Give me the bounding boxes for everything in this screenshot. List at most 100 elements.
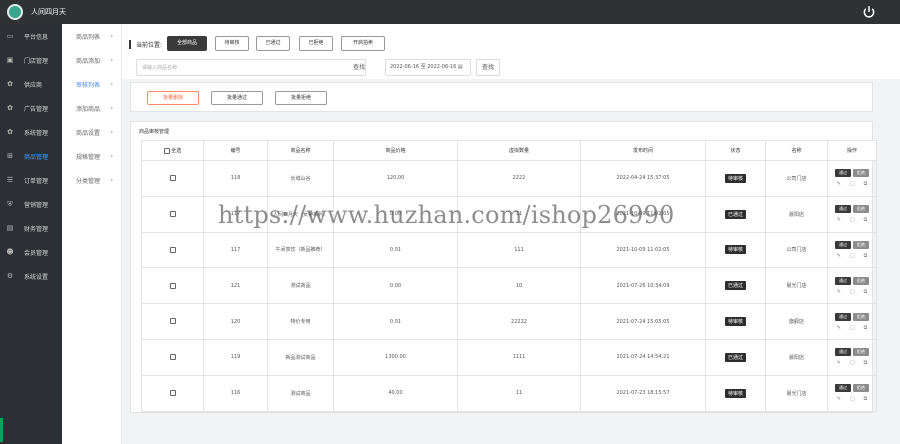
copy-icon[interactable]: ⧉ xyxy=(864,253,868,259)
copy-icon[interactable]: ⧉ xyxy=(864,289,868,295)
copy-icon[interactable]: ⧉ xyxy=(864,181,868,187)
pass-button[interactable]: 通过 xyxy=(835,205,851,214)
power-icon[interactable] xyxy=(862,5,876,19)
batch-pass-button[interactable]: 批量通过 xyxy=(211,91,263,105)
top-bar: 人间四月天 xyxy=(0,0,900,24)
copy-icon[interactable]: ⧉ xyxy=(864,217,868,223)
pass-button[interactable]: 通过 xyxy=(835,240,851,249)
select-all-checkbox[interactable] xyxy=(163,147,170,154)
sidebar-item[interactable]: ✿ 系统管理 xyxy=(0,120,62,144)
tab-auction[interactable]: 开启拍卖 xyxy=(341,36,385,51)
row-checkbox[interactable] xyxy=(169,318,176,325)
sidebar-item[interactable]: ✿ 广告管理 xyxy=(0,96,62,120)
edit-icon[interactable]: ✎ xyxy=(837,289,841,295)
date-range-picker[interactable]: 2022-06-16 至 2022-06-16 ▤ xyxy=(385,59,471,76)
table-row: 117 午间茶饮（新品推荐） 0.01 111 2021-10-09 11:02:05 待… xyxy=(141,231,877,269)
reject-button[interactable]: 拒绝 xyxy=(853,205,869,214)
edit-icon[interactable]: ✎ xyxy=(837,325,841,331)
row-checkbox[interactable] xyxy=(169,175,176,182)
tab-pending[interactable]: 待审核 xyxy=(215,36,249,51)
delete-icon[interactable]: ▢ xyxy=(850,360,855,366)
row-time: 2021-07-23 18:15:57 xyxy=(580,374,706,412)
copy-icon[interactable]: ⧉ xyxy=(864,360,868,366)
row-price: 1300.00 xyxy=(333,338,458,376)
pass-button[interactable]: 通过 xyxy=(835,384,851,393)
delete-icon[interactable]: ▢ xyxy=(850,253,855,259)
sidebar-item[interactable]: ▣ 门店管理 xyxy=(0,48,62,72)
search-button[interactable]: 查找 xyxy=(353,62,365,71)
copy-icon[interactable]: ⧉ xyxy=(864,396,868,402)
row-checkbox[interactable] xyxy=(169,246,176,253)
subnav-item[interactable]: 商品列表 › xyxy=(62,24,121,48)
tab-approved[interactable]: 已通过 xyxy=(256,36,290,51)
subnav-item[interactable]: 商品添加 › xyxy=(62,48,121,72)
sidebar-item-label: 订单管理 xyxy=(24,177,49,185)
subnav-item[interactable]: 商品设置 › xyxy=(62,120,121,144)
table-row: 118 长城山谷 120.00 2222 2022-04-24 15:37:05 待审核 公… xyxy=(141,160,877,197)
row-name: 新品测试商品 xyxy=(267,338,334,376)
chevron-right-icon: › xyxy=(110,176,113,184)
reject-button[interactable]: 拒绝 xyxy=(853,312,869,321)
row-time: 2021-07-24 14:54:21 xyxy=(580,338,706,376)
tab-all-products[interactable]: 全部商品 xyxy=(167,36,207,51)
sidebar-item[interactable]: ⛨ 营销管理 xyxy=(0,192,62,216)
pass-button[interactable]: 通过 xyxy=(835,169,851,178)
tab-rejected[interactable]: 已拒绝 xyxy=(299,36,333,51)
edit-icon[interactable]: ✎ xyxy=(837,253,841,259)
delete-icon[interactable]: ▢ xyxy=(850,396,855,402)
store-icon: ▣ xyxy=(6,56,14,64)
delete-icon[interactable]: ▢ xyxy=(850,325,855,331)
sidebar-item[interactable]: ☰ 订单管理 xyxy=(0,168,62,192)
subnav-item[interactable]: 分类管理 › xyxy=(62,168,121,192)
cart-icon: ⊞ xyxy=(7,152,13,160)
row-price: 40.00 xyxy=(333,374,458,412)
column-header-id: 编号 xyxy=(203,140,268,161)
reject-button[interactable]: 拒绝 xyxy=(853,169,869,178)
subnav-item[interactable]: 规格管理 › xyxy=(62,144,121,168)
pass-button[interactable]: 通过 xyxy=(835,348,851,357)
subnav-item[interactable]: 审核列表 › xyxy=(62,72,121,96)
delete-icon[interactable]: ▢ xyxy=(850,181,855,187)
row-shop: 晨光门店 xyxy=(765,267,828,305)
user-icon: ☻ xyxy=(6,248,14,256)
edit-icon[interactable]: ✎ xyxy=(837,181,841,187)
sidebar-item[interactable]: ⊞ 商品管理 xyxy=(0,144,62,168)
reject-button[interactable]: 拒绝 xyxy=(853,240,869,249)
sub-navigation: 商品列表 › 商品添加 › 审核列表 › 添加商品 › 商品设置 › 规格管理 › 分类管理 › xyxy=(62,24,122,444)
status-badge: 待审核 xyxy=(724,245,746,255)
row-checkbox[interactable] xyxy=(169,282,176,289)
batch-delete-button[interactable]: 批量删除 xyxy=(147,91,199,105)
pass-button[interactable]: 通过 xyxy=(835,276,851,285)
pass-button[interactable]: 通过 xyxy=(835,312,851,321)
row-time: 2021-10-09 11:02:05 xyxy=(580,231,706,269)
sidebar-item[interactable]: ▤ 财务管理 xyxy=(0,216,62,240)
edit-icon[interactable]: ✎ xyxy=(837,360,841,366)
row-checkbox[interactable] xyxy=(169,389,176,396)
reject-button[interactable]: 拒绝 xyxy=(853,348,869,357)
sidebar-item[interactable]: ✿ 供应商 xyxy=(0,72,62,96)
sidebar-item-label: 商品管理 xyxy=(24,153,49,161)
batch-reject-button[interactable]: 批量拒绝 xyxy=(275,91,327,105)
select-all-header[interactable]: 全选 xyxy=(141,140,204,161)
row-checkbox[interactable] xyxy=(169,210,176,217)
subnav-item[interactable]: 添加商品 › xyxy=(62,96,121,120)
panel-title: 商品审核管理 xyxy=(139,129,170,135)
reject-button[interactable]: 拒绝 xyxy=(853,276,869,285)
query-button[interactable]: 查找 xyxy=(476,59,500,76)
delete-icon[interactable]: ▢ xyxy=(850,217,855,223)
delete-icon[interactable]: ▢ xyxy=(850,289,855,295)
edit-icon[interactable]: ✎ xyxy=(837,217,841,223)
sidebar-item[interactable]: ⚙ 系统设置 xyxy=(0,264,62,288)
copy-icon[interactable]: ⧉ xyxy=(864,325,868,331)
row-shop: 公司门店 xyxy=(765,231,828,269)
sidebar-item[interactable]: ☻ 会员管理 xyxy=(0,240,62,264)
edit-icon[interactable]: ✎ xyxy=(837,396,841,402)
table-row: 119 新品测试商品 1300.00 1111 2021-07-24 14:54:21 已… xyxy=(141,338,877,376)
search-input[interactable] xyxy=(136,59,366,76)
sidebar: ▭ 平台信息 ▣ 门店管理 ✿ 供应商 ✿ 广告管理 ✿ 系统管理 ⊞ 商品管理 ☰ 订单管理 ⛨ 营销管理 ▤… xyxy=(0,24,62,444)
sidebar-item[interactable]: ▭ 平台信息 xyxy=(0,24,62,48)
reject-button[interactable]: 拒绝 xyxy=(853,384,869,393)
row-checkbox[interactable] xyxy=(169,354,176,361)
row-shop: 公司门店 xyxy=(765,160,828,197)
chevron-right-icon: › xyxy=(110,104,113,112)
